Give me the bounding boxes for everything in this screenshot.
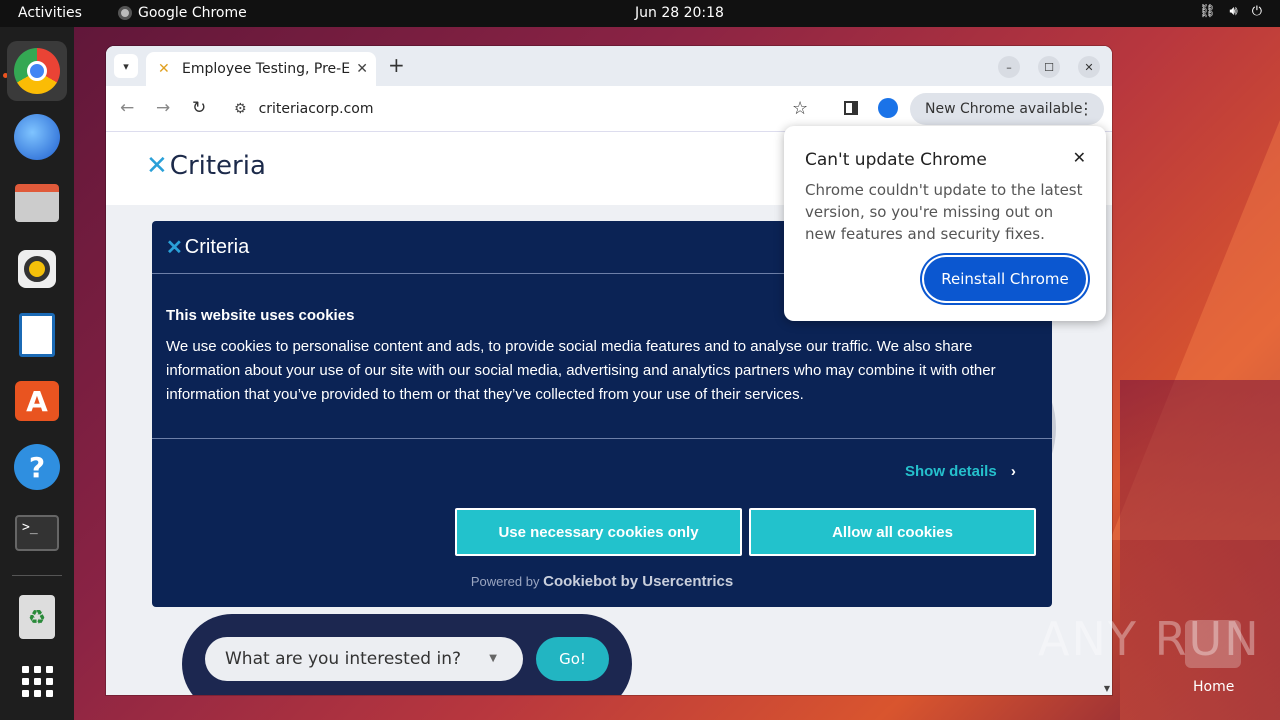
- bookmark-star-icon[interactable]: ☆: [792, 98, 808, 119]
- site-logo-text: Criteria: [169, 151, 266, 181]
- cookie-heading: This website uses cookies: [166, 307, 355, 324]
- close-tab-icon[interactable]: ✕: [356, 61, 368, 77]
- site-logo[interactable]: ✕ Criteria: [146, 151, 266, 181]
- home-folder-label[interactable]: Home: [1193, 679, 1234, 695]
- maximize-button[interactable]: ☐: [1038, 56, 1060, 78]
- thunderbird-icon: [14, 114, 60, 160]
- maximize-icon: ☐: [1044, 60, 1054, 74]
- network-icon: ⛓: [1198, 4, 1216, 19]
- show-details-link[interactable]: Show details ›: [905, 463, 1016, 480]
- divider: [152, 438, 1052, 439]
- dock-trash[interactable]: ♻: [7, 587, 67, 647]
- update-chip-label: New Chrome available: [925, 101, 1083, 117]
- menu-kebab-icon: ⋮: [1078, 99, 1094, 118]
- show-apps-button[interactable]: [7, 651, 67, 711]
- clock[interactable]: Jun 28 20:18: [635, 5, 724, 21]
- dock: A ? >_ ♻: [0, 27, 74, 720]
- dock-chrome[interactable]: [7, 41, 67, 101]
- powered-brand-link[interactable]: Cookiebot by Usercentrics: [543, 573, 733, 590]
- close-icon[interactable]: ✕: [1073, 148, 1086, 167]
- scroll-down-arrow[interactable]: ▼: [1104, 684, 1110, 693]
- reinstall-chrome-button[interactable]: Reinstall Chrome: [924, 257, 1086, 301]
- rhythmbox-icon: [18, 250, 56, 288]
- site-info-icon[interactable]: ⚙: [234, 101, 247, 117]
- criteria-logo-icon: ✕: [146, 151, 168, 181]
- reload-icon[interactable]: ↻: [192, 98, 206, 118]
- terminal-icon: >_: [15, 515, 59, 551]
- dock-files[interactable]: [7, 173, 67, 233]
- app-menu[interactable]: Google Chrome: [118, 5, 247, 21]
- dock-separator: [12, 575, 62, 576]
- interest-select[interactable]: What are you interested in? ▼: [205, 637, 523, 681]
- chevron-down-icon: ▾: [123, 59, 129, 73]
- apps-grid-icon: [21, 665, 53, 697]
- files-icon: [15, 184, 59, 222]
- popup-title: Can't update Chrome: [805, 150, 987, 170]
- back-arrow-icon[interactable]: ←: [120, 98, 134, 118]
- dock-writer[interactable]: [7, 305, 67, 365]
- profile-avatar-icon[interactable]: [878, 98, 898, 118]
- tab-active[interactable]: ✕ Employee Testing, Pre-E ✕: [146, 52, 376, 86]
- criteria-favicon-icon: ✕: [158, 61, 170, 77]
- side-panel-icon[interactable]: [844, 101, 858, 115]
- close-icon: ✕: [1084, 60, 1094, 74]
- caret-down-icon: ▼: [489, 653, 497, 664]
- criteria-logo-icon: ✕: [166, 237, 183, 259]
- dock-thunderbird[interactable]: [7, 107, 67, 167]
- show-details-label: Show details: [905, 463, 997, 480]
- tab-title: Employee Testing, Pre-E: [182, 61, 351, 77]
- volume-icon: 🔊︎: [1229, 4, 1238, 19]
- app-menu-label: Google Chrome: [138, 5, 247, 21]
- interest-select-value: What are you interested in?: [225, 649, 461, 669]
- chevron-right-icon: ›: [1010, 463, 1016, 480]
- chrome-icon: [14, 48, 60, 94]
- wallpaper-shard: [1120, 380, 1280, 720]
- powered-by: Powered by Cookiebot by Usercentrics: [152, 573, 1052, 590]
- go-button[interactable]: Go!: [536, 637, 609, 681]
- dock-rhythmbox[interactable]: [7, 239, 67, 299]
- app-center-icon: A: [15, 381, 59, 421]
- home-folder-icon[interactable]: [1185, 620, 1241, 668]
- help-icon: ?: [14, 444, 60, 490]
- popup-message: Chrome couldn't update to the latest ver…: [805, 181, 1083, 243]
- close-window-button[interactable]: ✕: [1078, 56, 1100, 78]
- new-tab-button[interactable]: +: [388, 54, 405, 76]
- forward-arrow-icon[interactable]: →: [156, 98, 170, 118]
- dock-help[interactable]: ?: [7, 437, 67, 497]
- minimize-button[interactable]: –: [998, 56, 1020, 78]
- activities-button[interactable]: Activities: [18, 5, 82, 21]
- dock-terminal[interactable]: >_: [7, 503, 67, 563]
- cookie-logo-text: Criteria: [184, 236, 250, 258]
- tab-strip: ▾ ✕ Employee Testing, Pre-E ✕ + – ☐ ✕: [106, 46, 1112, 86]
- update-failed-popup: Can't update Chrome ✕ Chrome couldn't up…: [784, 126, 1106, 321]
- allow-all-cookies-button[interactable]: Allow all cookies: [749, 508, 1036, 556]
- cookie-logo: ✕ Criteria: [166, 235, 249, 260]
- update-chip-button[interactable]: New Chrome available ⋮: [910, 93, 1104, 125]
- necessary-cookies-button[interactable]: Use necessary cookies only: [455, 508, 742, 556]
- powered-prefix: Powered by: [470, 574, 540, 589]
- chrome-small-icon: [118, 6, 132, 20]
- cookie-body: We use cookies to personalise content an…: [166, 338, 996, 403]
- address-text: criteriacorp.com: [258, 101, 374, 117]
- power-icon: ⏻: [1251, 4, 1262, 19]
- dock-app-center[interactable]: A: [7, 371, 67, 431]
- top-bar: Activities Google Chrome Jun 28 20:18 ⛓ …: [0, 0, 1280, 27]
- tab-search-button[interactable]: ▾: [114, 54, 138, 78]
- minimize-icon: –: [1006, 60, 1012, 74]
- system-tray[interactable]: ⛓ 🔊︎ ⏻: [1199, 4, 1262, 19]
- omnibox[interactable]: ⚙ criteriacorp.com: [224, 93, 824, 125]
- writer-icon: [19, 313, 55, 357]
- trash-icon: ♻: [19, 595, 55, 639]
